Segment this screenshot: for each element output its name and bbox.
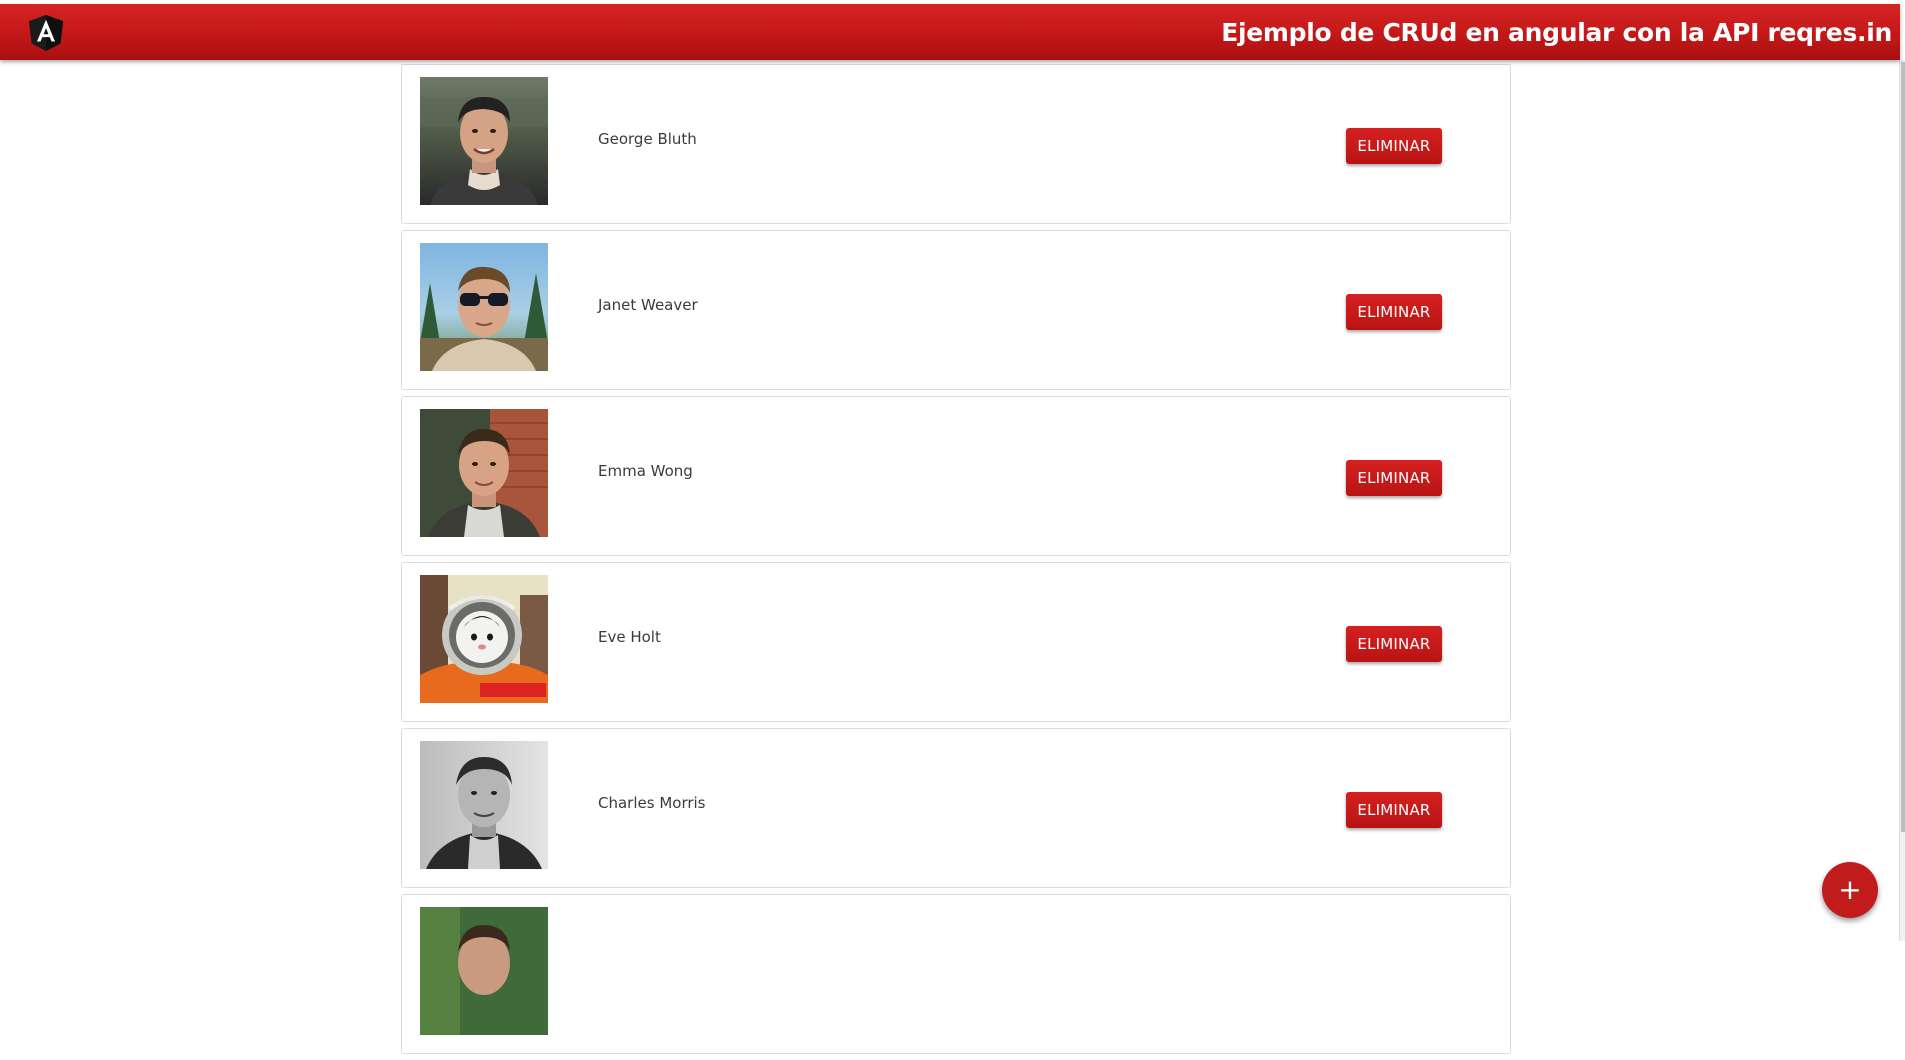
user-card [401, 894, 1511, 1054]
user-card: Charles Morris ELIMINAR [401, 728, 1511, 888]
delete-button[interactable]: ELIMINAR [1346, 792, 1442, 828]
user-avatar [420, 409, 548, 537]
user-card: Eve Holt ELIMINAR [401, 562, 1511, 722]
user-name: Charles Morris [598, 794, 706, 812]
page-title: Ejemplo de CRUd en angular con la API re… [1221, 18, 1892, 47]
user-card: Emma Wong ELIMINAR [401, 396, 1511, 556]
user-list: George Bluth ELIMINAR Janet Weaver ELIMI… [401, 64, 1511, 1060]
user-avatar [420, 77, 548, 205]
delete-button[interactable]: ELIMINAR [1346, 128, 1442, 164]
user-name: Emma Wong [598, 462, 693, 480]
angular-logo-icon[interactable] [27, 14, 65, 52]
delete-button[interactable]: ELIMINAR [1346, 460, 1442, 496]
delete-button[interactable]: ELIMINAR [1346, 626, 1442, 662]
app-toolbar: Ejemplo de CRUd en angular con la API re… [0, 4, 1900, 60]
user-avatar [420, 575, 548, 703]
user-name: Janet Weaver [598, 296, 698, 314]
user-avatar [420, 741, 548, 869]
user-avatar [420, 243, 548, 371]
add-user-button[interactable]: + [1822, 862, 1878, 918]
plus-icon: + [1838, 873, 1862, 906]
user-card: George Bluth ELIMINAR [401, 64, 1511, 224]
delete-button[interactable]: ELIMINAR [1346, 294, 1442, 330]
user-name: George Bluth [598, 130, 697, 148]
user-avatar [420, 907, 548, 1035]
user-name: Eve Holt [598, 628, 661, 646]
user-card: Janet Weaver ELIMINAR [401, 230, 1511, 390]
scrollbar-thumb[interactable] [1901, 62, 1905, 832]
